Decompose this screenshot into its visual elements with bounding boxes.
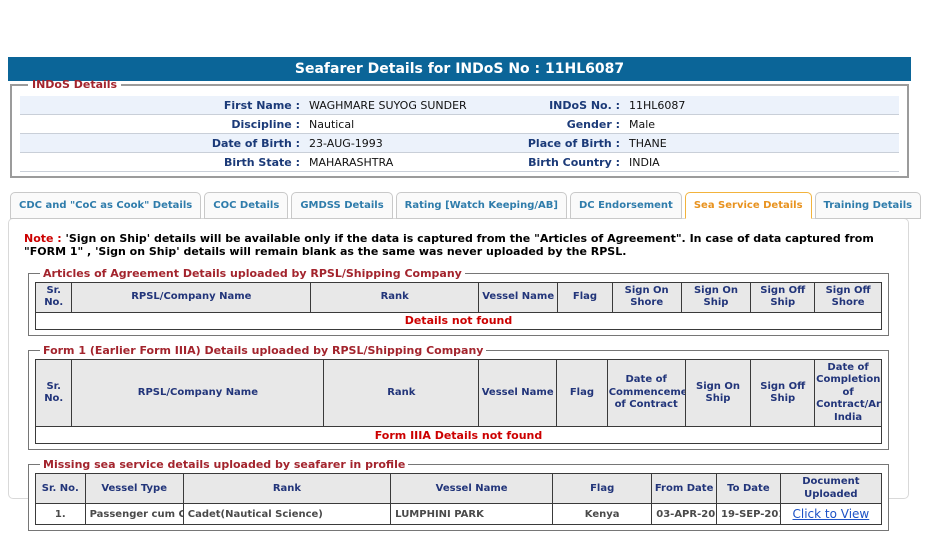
page-title: Seafarer Details for INDoS No : 11HL6087	[294, 61, 625, 77]
detail-row: Date of Birth : 23-AUG-1993 Place of Birth…	[20, 134, 899, 153]
detail-label: First Name :	[223, 98, 300, 112]
detail-value: WAGHMARE SUYOG SUNDER	[309, 98, 467, 112]
column-header: Flag	[557, 281, 613, 313]
table-cell: Cadet(Nautical Science)	[182, 503, 392, 526]
section-legend: Articles of Agreement Details uploaded b…	[43, 266, 462, 280]
column-header: From Date	[651, 473, 717, 505]
column-header: Date of Completion of Contract/Arriving …	[814, 358, 882, 428]
detail-value: 11HL6087	[629, 98, 686, 112]
detail-value: Nautical	[309, 117, 355, 131]
column-header: Sign On Shore	[611, 281, 682, 313]
indos-details-fieldset: INDoS Details First Name : WAGHMARE SUYOG…	[10, 78, 909, 178]
section-legend: Missing sea service details uploaded by …	[43, 458, 406, 472]
detail-value: MAHARASHTRA	[309, 155, 394, 169]
section-form-1-earlier-form-iiia-details-uploaded-by-rpsl-shipping-company: Form 1 (Earlier Form IIIA) Details uploa…	[28, 343, 889, 451]
table-cell: Click to View	[779, 503, 883, 526]
column-header: Sign Off Shore	[814, 281, 882, 313]
note: Note : 'Sign on Ship' details will be av…	[24, 232, 893, 259]
column-header: Vessel Name	[390, 473, 554, 505]
table-cell: 19-SEP-2016	[716, 503, 781, 526]
section-articles-of-agreement-details-uploaded-by-rpsl-shipping-company: Articles of Agreement Details uploaded b…	[28, 266, 889, 336]
column-header: Sr. No.	[34, 281, 73, 313]
table-cell: Passenger cum Cargo	[84, 503, 184, 526]
detail-value: THANE	[629, 136, 667, 150]
detail-row: Birth State : MAHARASHTRA Birth Country : I…	[20, 153, 899, 172]
column-header: Vessel Type	[84, 473, 184, 505]
tab-cdc-and-coc-as-cook-details[interactable]: CDC and "CoC as Cook" Details	[10, 192, 202, 219]
section-legend: Form 1 (Earlier Form IIIA) Details uploa…	[43, 343, 484, 357]
column-header: Document Uploaded	[779, 473, 883, 505]
detail-label: Place of Birth :	[527, 136, 620, 150]
table-cell: 1.	[35, 503, 86, 526]
section-table: Sr. No. Vessel Type Rank Vessel Name Flag Fro…	[35, 473, 883, 526]
column-header: Sign On Ship	[680, 281, 752, 313]
section-table: Sr. No. RPSL/Company Name Rank Vessel Name F…	[34, 281, 882, 330]
tab-content-panel: Note : 'Sign on Ship' details will be av…	[8, 218, 909, 532]
column-header: Date of Commencement of Contract	[606, 358, 686, 428]
table-empty-message: Details not found	[35, 311, 882, 330]
tab-sea-service-details[interactable]: Sea Service Details	[684, 192, 812, 219]
table-cell: LUMPHINI PARK	[390, 503, 554, 526]
tab-rating-watch-keeping-ab[interactable]: Rating [Watch Keeping/AB]	[395, 192, 567, 219]
detail-value: Male	[629, 117, 656, 131]
page: Seafarer Details for INDoS No : 11HL6087…	[0, 0, 952, 535]
table-cell: 03-APR-2016	[651, 503, 717, 526]
column-header: RPSL/Company Name	[71, 281, 312, 313]
tab-training-details[interactable]: Training Details	[814, 192, 922, 219]
column-header: Vessel Name	[478, 281, 559, 313]
column-header: RPSL/Company Name	[71, 358, 325, 428]
table-empty-message: Form IIIA Details not found	[35, 426, 882, 445]
detail-row: Discipline : Nautical Gender : Male	[20, 115, 899, 134]
tab-bar: CDC and "CoC as Cook" Details COC Details…	[10, 192, 922, 219]
column-header: Rank	[182, 473, 392, 505]
indos-details-rows: First Name : WAGHMARE SUYOG SUNDER INDoS N…	[20, 96, 899, 172]
detail-label: Birth Country :	[528, 155, 620, 169]
section-table: Sr. No. RPSL/Company Name Rank Vessel Name F…	[34, 358, 882, 445]
note-prefix: Note :	[24, 232, 62, 245]
column-header: Sign Off Ship	[750, 281, 816, 313]
detail-label: Date of Birth :	[211, 136, 300, 150]
detail-label: Gender :	[566, 117, 620, 131]
detail-label: Discipline :	[231, 117, 300, 131]
column-header: Rank	[310, 281, 480, 313]
detail-row: First Name : WAGHMARE SUYOG SUNDER INDoS N…	[20, 96, 899, 115]
column-header: Sign On Ship	[684, 358, 752, 428]
click-to-view-link[interactable]: Click to View	[793, 507, 870, 521]
column-header: Sign Off Ship	[750, 358, 816, 428]
tab-dc-endorsement[interactable]: DC Endorsement	[569, 192, 682, 219]
tab-gmdss-details[interactable]: GMDSS Details	[291, 192, 393, 219]
detail-label: INDoS No. :	[549, 98, 620, 112]
note-text: 'Sign on Ship' details will be available…	[24, 232, 874, 259]
column-header: Flag	[552, 473, 653, 505]
detail-value: INDIA	[629, 155, 660, 169]
table-cell: Kenya	[552, 503, 653, 526]
detail-value: 23-AUG-1993	[309, 136, 383, 150]
table-row: 1.Passenger cum CargoCadet(Nautical Scie…	[35, 503, 883, 526]
section-missing-sea-service-details-uploaded-by-seafarer-in-profile: Missing sea service details uploaded by …	[28, 458, 889, 532]
column-header: Rank	[323, 358, 480, 428]
detail-label: Birth State :	[223, 155, 300, 169]
column-header: To Date	[716, 473, 781, 505]
column-header: Vessel Name	[478, 358, 558, 428]
column-header: Flag	[556, 358, 608, 428]
indos-details-legend: INDoS Details	[32, 78, 118, 91]
column-header: Sr. No.	[35, 473, 86, 505]
sections-container: Articles of Agreement Details uploaded b…	[24, 266, 893, 532]
column-header: Sr. No.	[34, 358, 73, 428]
tab-coc-details[interactable]: COC Details	[204, 192, 289, 219]
